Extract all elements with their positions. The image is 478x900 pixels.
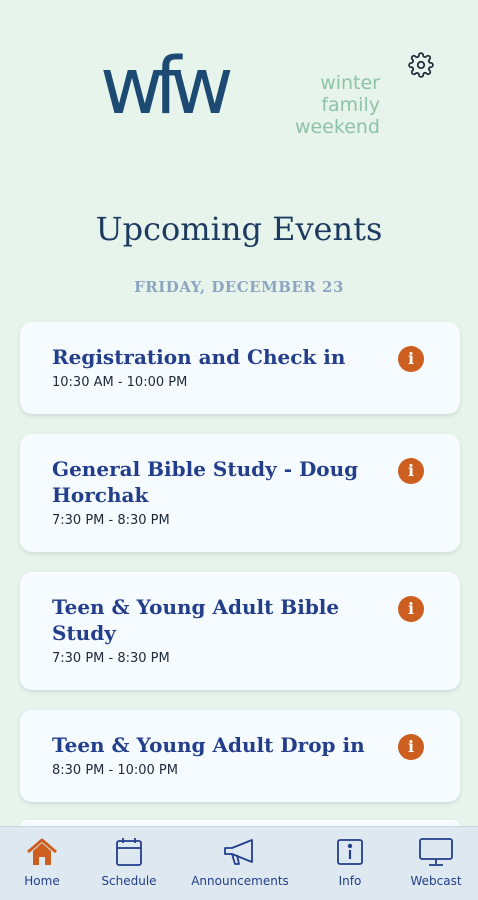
event-title: Teen & Young Adult Bible Study: [52, 595, 340, 645]
event-time: 7:30 PM - 8:30 PM: [52, 513, 170, 528]
tab-label: Webcast: [410, 874, 462, 888]
tab-schedule[interactable]: Schedule: [94, 827, 164, 900]
event-title: Registration and Check in: [52, 345, 346, 369]
event-card[interactable]: Registration and Check in 10:30 AM - 10:…: [20, 322, 460, 414]
logo-word: weekend: [294, 116, 380, 138]
event-time: 10:30 AM - 10:00 PM: [52, 375, 188, 390]
tab-label: Home: [24, 874, 60, 888]
event-time: 8:30 PM - 10:00 PM: [52, 763, 178, 778]
calendar-icon: [116, 838, 142, 866]
info-icon[interactable]: i: [398, 458, 424, 484]
event-card[interactable]: General Bible Study - Doug Horchak 7:30 …: [20, 434, 460, 552]
home-icon: [27, 838, 57, 865]
tab-home[interactable]: Home: [10, 827, 74, 900]
event-title: Teen & Young Adult Drop in: [52, 733, 365, 757]
page-title: Upcoming Events: [95, 210, 383, 248]
tab-label: Announcements: [191, 874, 289, 888]
tab-info[interactable]: Info: [320, 827, 380, 900]
tab-label: Info: [338, 874, 362, 888]
monitor-icon: [419, 838, 453, 866]
megaphone-icon: [224, 839, 253, 865]
settings-button[interactable]: [408, 52, 434, 78]
info-icon[interactable]: i: [398, 734, 424, 760]
gear-icon: [408, 52, 434, 78]
info-icon[interactable]: i: [398, 346, 424, 372]
app-logo: wfw winter family weekend: [100, 40, 390, 160]
tab-webcast[interactable]: Webcast: [400, 827, 472, 900]
app-header: wfw winter family weekend: [0, 0, 478, 200]
event-title: General Bible Study - Doug Horchak: [52, 457, 359, 507]
date-heading: FRIDAY, DECEMBER 23: [134, 278, 344, 296]
info-icon: [337, 839, 363, 865]
logo-mark: wfw: [100, 42, 234, 132]
event-card[interactable]: Teen & Young Adult Bible Study 7:30 PM -…: [20, 572, 460, 690]
tab-announcements[interactable]: Announcements: [184, 827, 296, 900]
logo-word: winter: [320, 72, 380, 94]
logo-word: family: [321, 94, 380, 116]
info-icon[interactable]: i: [398, 596, 424, 622]
event-time: 7:30 PM - 8:30 PM: [52, 651, 170, 666]
event-card[interactable]: Teen & Young Adult Drop in 8:30 PM - 10:…: [20, 710, 460, 802]
tab-label: Schedule: [101, 874, 157, 888]
logo-words: winter family weekend: [295, 72, 380, 138]
bottom-tab-bar: Home Schedule Announcements Info Webcast: [0, 826, 478, 900]
